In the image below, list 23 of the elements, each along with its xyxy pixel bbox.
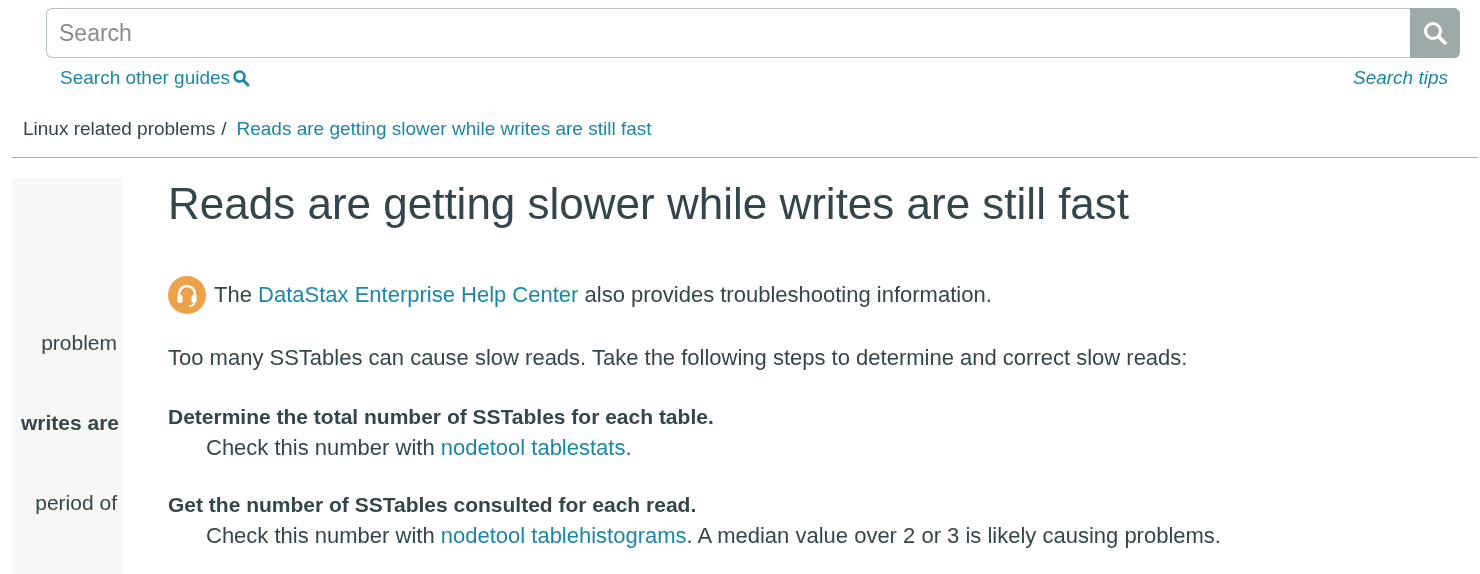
search-field[interactable]: Search (46, 8, 1410, 58)
command-link[interactable]: nodetool tablehistograms (440, 523, 687, 548)
search-tips-link[interactable]: Search tips (1352, 64, 1448, 93)
help-note: The DataStax Enterprise Help Center also provides troubleshooting information. (214, 281, 992, 309)
help-center-link[interactable]: DataStax Enterprise Help Center (258, 282, 579, 307)
breadcrumb-item: Linux related problems (23, 116, 216, 141)
intro-text: Too many SSTables can cause slow reads. Take the following steps to determine and correct slow reads: (168, 344, 1189, 372)
step-heading: Get the number of SSTables consulted for each read. (168, 492, 698, 518)
sidebar-item[interactable]: writes are (12, 410, 123, 436)
step-text: Check this number with nodetool tablehistograms. A median value over 2 or 3 is likely causing problems. (206, 522, 1221, 550)
sidebar-item[interactable]: period of (12, 490, 123, 516)
search-icon (232, 69, 251, 88)
search-button[interactable] (1410, 8, 1460, 58)
step-heading: Determine the total number of SSTables for each table. (168, 404, 715, 430)
step-text: Check this number with nodetool tablestats. (206, 434, 633, 462)
page-title: Reads are getting slower while writes are still fast (168, 178, 1131, 230)
sidebar-item[interactable]: problem (12, 330, 123, 356)
command-link[interactable]: nodetool tablestats (440, 435, 626, 460)
search-other-guides-link[interactable]: Search other guides (60, 64, 251, 93)
breadcrumb-separator: / (221, 116, 227, 141)
headset-icon (168, 276, 206, 314)
search-icon (1422, 20, 1448, 46)
breadcrumb-link[interactable]: Reads are getting slower while writes are still fast (236, 114, 652, 143)
